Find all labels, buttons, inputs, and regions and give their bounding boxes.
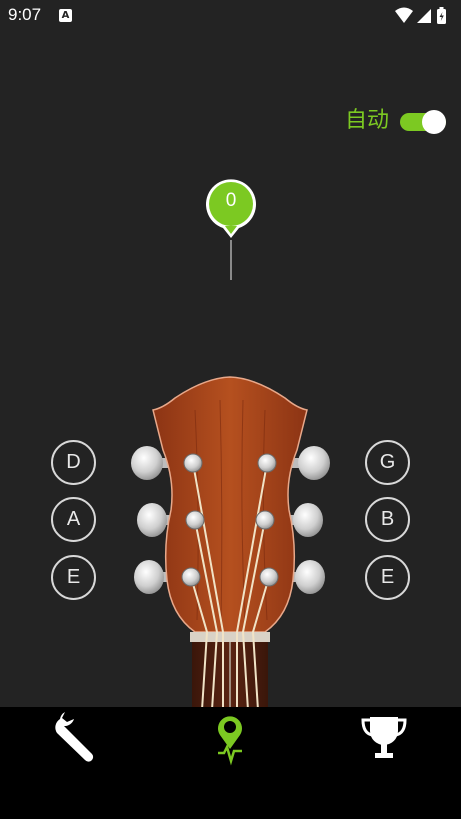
notification-icon: A bbox=[59, 9, 72, 22]
string-button-low-e[interactable]: E bbox=[51, 555, 96, 600]
status-icons bbox=[393, 6, 453, 30]
toggle-knob bbox=[422, 110, 446, 134]
signal-icon bbox=[417, 9, 431, 23]
nav-tuner[interactable] bbox=[154, 707, 307, 777]
nav-settings[interactable] bbox=[0, 707, 153, 777]
status-bar: 9:07 A bbox=[0, 0, 461, 32]
battery-icon bbox=[437, 7, 446, 24]
bottom-navigation bbox=[0, 707, 461, 819]
guitar-headstock bbox=[125, 370, 335, 711]
auto-mode-row: 自动 bbox=[345, 107, 449, 137]
string-button-g[interactable]: G bbox=[365, 440, 410, 485]
tuning-indicator: 0 bbox=[205, 178, 257, 282]
auto-mode-label: 自动 bbox=[345, 108, 390, 133]
string-button-d[interactable]: D bbox=[51, 440, 96, 485]
nav-achievements[interactable] bbox=[308, 707, 461, 777]
wrench-icon bbox=[55, 712, 94, 762]
trophy-icon bbox=[361, 717, 407, 758]
tuner-pin-icon bbox=[218, 716, 242, 766]
wifi-icon bbox=[395, 7, 413, 23]
string-button-high-e[interactable]: E bbox=[365, 555, 410, 600]
string-button-b[interactable]: B bbox=[365, 497, 410, 542]
auto-mode-toggle[interactable] bbox=[400, 110, 448, 134]
string-button-a[interactable]: A bbox=[51, 497, 96, 542]
tuning-value: 0 bbox=[225, 190, 237, 211]
status-time: 9:07 bbox=[8, 5, 42, 24]
